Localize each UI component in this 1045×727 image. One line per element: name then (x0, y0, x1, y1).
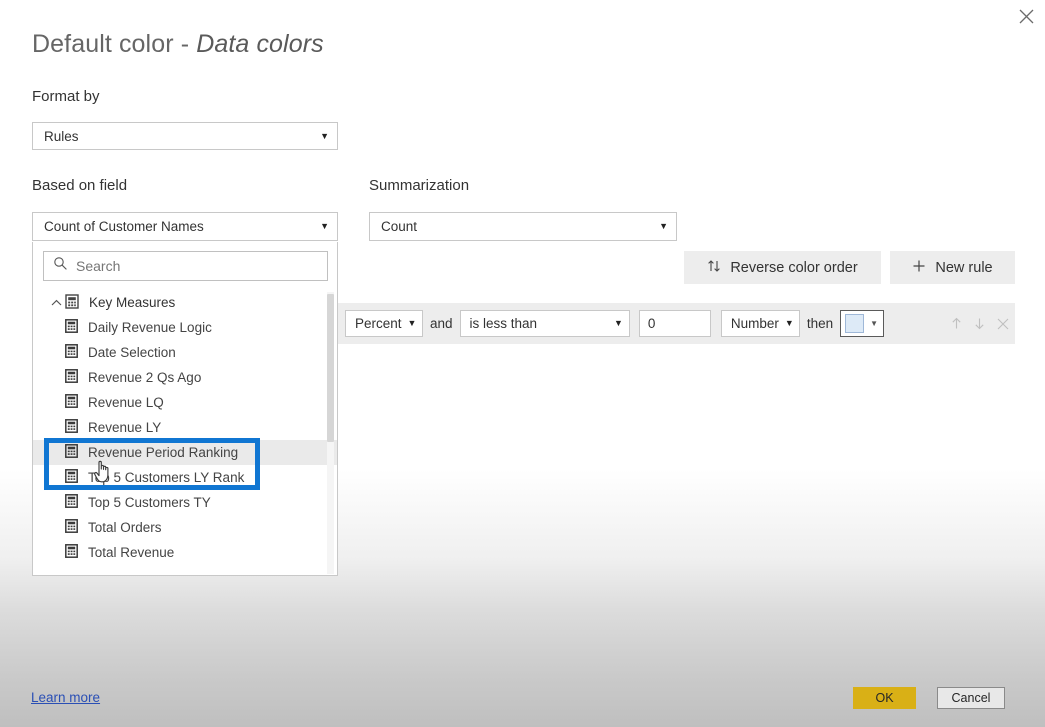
rule-threshold-input[interactable] (638, 310, 711, 337)
tree-item[interactable]: Revenue LY (33, 415, 337, 440)
tree-item[interactable]: Revenue LQ (33, 390, 337, 415)
based-on-field-dropdown[interactable]: Count of Customer Names ▼ (32, 212, 338, 241)
rule-row: Percent ▼ and is less than ▼ Number ▼ th… (336, 303, 1015, 344)
color-swatch (845, 314, 865, 333)
field-tree: Key Measures Daily Revenue Logic Date Sel… (33, 290, 337, 575)
rule-value-type-value: Number (730, 316, 779, 331)
search-field[interactable] (43, 251, 328, 281)
search-input[interactable] (76, 258, 311, 274)
field-dropdown-panel: Key Measures Daily Revenue Logic Date Sel… (32, 242, 338, 576)
tree-item[interactable]: Revenue Period Ranking (33, 440, 337, 465)
page-title-main: Default color (32, 30, 174, 58)
chevron-down-icon: ▼ (407, 318, 417, 328)
tree-group-key-measures[interactable]: Key Measures (33, 290, 337, 315)
tree-item[interactable]: Total Revenue (33, 540, 337, 565)
rule-unit-dropdown[interactable]: Percent ▼ (345, 310, 423, 337)
arrow-up-icon (951, 317, 961, 329)
tree-item[interactable]: Top 5 Customers TY (33, 490, 337, 515)
tree-item-label: Revenue LY (88, 420, 162, 435)
chevron-down-icon: ▼ (870, 318, 879, 328)
measure-icon (65, 419, 78, 436)
tree-item[interactable]: Top 5 Customers LY Rank (33, 465, 337, 490)
measure-icon (65, 469, 78, 486)
rule-value-type-dropdown[interactable]: Number ▼ (720, 310, 800, 337)
new-rule-button[interactable]: New rule (890, 251, 1015, 284)
measure-icon (65, 394, 78, 411)
search-icon (53, 256, 68, 276)
chevron-down-icon: ▼ (320, 221, 329, 231)
learn-more-link[interactable]: Learn more (31, 690, 100, 705)
rule-and-label: and (430, 316, 453, 331)
reverse-color-order-label: Reverse color order (730, 259, 858, 276)
reverse-color-order-button[interactable]: Reverse color order (684, 251, 881, 284)
page-title: Default color - Data colors (32, 30, 324, 59)
cancel-button[interactable]: Cancel (937, 687, 1005, 709)
ok-button[interactable]: OK (853, 687, 916, 709)
rule-unit-value: Percent (355, 316, 402, 331)
chevron-down-icon: ▼ (320, 130, 329, 141)
format-by-value: Rules (44, 128, 79, 144)
tree-item-label: Revenue 2 Qs Ago (88, 370, 202, 385)
summarization-value: Count (381, 219, 418, 234)
tree-item[interactable]: Revenue 2 Qs Ago (33, 365, 337, 390)
close-dialog-button[interactable] (1008, 0, 1045, 32)
plus-icon (912, 259, 926, 277)
format-by-label: Format by (32, 88, 100, 105)
rule-operator-value: is less than (469, 316, 538, 331)
measure-icon (65, 519, 78, 536)
chevron-down-icon: ▼ (784, 318, 794, 328)
tree-item-label: Revenue LQ (88, 395, 164, 410)
summarization-label: Summarization (369, 177, 470, 194)
summarization-dropdown[interactable]: Count ▼ (369, 212, 677, 241)
tree-item-label: Daily Revenue Logic (88, 320, 212, 335)
tree-item-label: Revenue Period Ranking (88, 445, 239, 460)
dropdown-scroll-thumb[interactable] (327, 294, 334, 442)
rule-move-down-button[interactable] (968, 309, 992, 339)
based-on-field-value: Count of Customer Names (44, 219, 204, 234)
tree-item-label: Top 5 Customers LY Rank (88, 470, 245, 485)
format-by-dropdown[interactable]: Rules ▼ (32, 122, 338, 150)
tree-item[interactable]: Total Orders (33, 515, 337, 540)
rule-color-picker[interactable]: ▼ (840, 310, 885, 337)
measure-table-icon (65, 293, 79, 312)
tree-item[interactable]: Daily Revenue Logic (33, 315, 337, 340)
measure-icon (65, 369, 78, 386)
measure-icon (65, 494, 78, 511)
page-title-emphasis: Data colors (196, 30, 324, 58)
tree-item-label: Date Selection (88, 345, 176, 360)
based-on-field-label: Based on field (32, 177, 128, 194)
chevron-down-icon: ▼ (613, 318, 623, 328)
tree-item-label: Total Revenue (88, 545, 175, 560)
measure-icon (65, 344, 78, 361)
tree-item[interactable]: Date Selection (33, 340, 337, 365)
chevron-up-icon[interactable] (49, 299, 63, 307)
measure-icon (65, 319, 78, 336)
rule-delete-button[interactable] (991, 309, 1015, 339)
chevron-down-icon: ▼ (659, 221, 668, 231)
rule-move-up-button[interactable] (944, 309, 968, 339)
rule-then-label: then (806, 316, 834, 331)
measure-icon (65, 544, 78, 561)
close-icon (997, 318, 1009, 329)
tree-item-label: Total Orders (88, 520, 162, 535)
measure-icon (65, 444, 78, 461)
arrow-down-icon (975, 318, 984, 330)
page-title-separator: - (173, 30, 197, 58)
tree-group-label: Key Measures (89, 295, 176, 310)
close-icon (1019, 9, 1034, 24)
new-rule-label: New rule (935, 259, 993, 276)
sort-updown-icon (707, 259, 721, 277)
rule-operator-dropdown[interactable]: is less than ▼ (459, 310, 630, 337)
tree-item-label: Top 5 Customers TY (88, 495, 211, 510)
